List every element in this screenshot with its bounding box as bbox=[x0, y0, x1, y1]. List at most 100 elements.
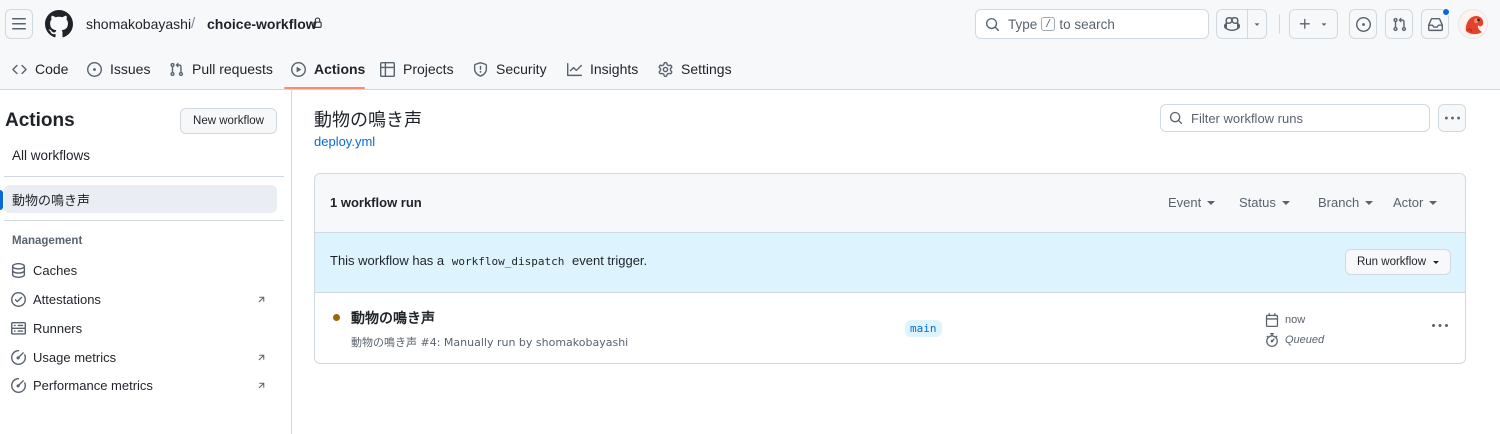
dispatch-text-after: event trigger. bbox=[572, 253, 648, 268]
three-bars-icon bbox=[12, 18, 26, 30]
filter-status-dropdown[interactable]: Status bbox=[1239, 195, 1290, 210]
breadcrumb-owner[interactable]: shomakobayashi bbox=[86, 16, 191, 32]
filter-workflow-runs-input[interactable]: Filter workflow runs bbox=[1160, 104, 1430, 132]
tab-projects[interactable]: Projects bbox=[380, 48, 454, 90]
meter-icon bbox=[11, 377, 26, 393]
tab-actions[interactable]: Actions bbox=[291, 48, 365, 90]
run-title[interactable]: 動物の鳴き声 bbox=[351, 308, 435, 328]
dropdown-label: Branch bbox=[1318, 195, 1360, 210]
dispatch-message: This workflow has a workflow_dispatch ev… bbox=[330, 253, 647, 268]
server-icon bbox=[11, 321, 26, 335]
dropdown-label: Event bbox=[1168, 195, 1202, 210]
shield-icon bbox=[473, 61, 488, 77]
issue-opened-icon bbox=[1355, 16, 1371, 32]
sidebar-item-performance-metrics[interactable]: Performance metrics bbox=[11, 374, 273, 396]
arrow-up-right-icon bbox=[258, 354, 265, 360]
play-icon bbox=[291, 61, 306, 77]
runs-header: 1 workflow run Event Status Branch Actor bbox=[315, 174, 1465, 233]
sidebar-item-label: Caches bbox=[33, 262, 78, 278]
workflow-runs-panel: 1 workflow run Event Status Branch Actor… bbox=[314, 173, 1466, 364]
run-status-label: Queued bbox=[1285, 334, 1325, 346]
tab-insights[interactable]: Insights bbox=[567, 48, 638, 90]
sidebar-item-usage-metrics[interactable]: Usage metrics bbox=[11, 346, 273, 368]
code-icon bbox=[12, 64, 27, 74]
active-indicator bbox=[0, 190, 3, 210]
sidebar-item-all-workflows[interactable]: All workflows bbox=[12, 148, 90, 163]
kebab-horizontal-icon bbox=[1444, 116, 1460, 119]
workflow-options-button[interactable] bbox=[1438, 104, 1466, 132]
your-pull-requests-button[interactable] bbox=[1385, 9, 1413, 39]
dispatch-text-before: This workflow has a bbox=[330, 253, 445, 268]
caret-down-icon bbox=[1429, 200, 1438, 205]
global-search-input[interactable]: Type / to search bbox=[975, 9, 1209, 39]
user-avatar[interactable] bbox=[1458, 9, 1488, 39]
run-options-button[interactable] bbox=[1432, 318, 1448, 337]
active-tab-underline bbox=[284, 87, 365, 89]
tab-label: Pull requests bbox=[192, 61, 273, 77]
tab-label: Issues bbox=[110, 61, 151, 77]
header-divider bbox=[1279, 14, 1280, 34]
check-circle-icon bbox=[11, 291, 26, 307]
sidebar-item-label: Attestations bbox=[33, 291, 101, 307]
git-pull-request-icon bbox=[170, 62, 184, 76]
sidebar-divider bbox=[4, 176, 284, 177]
new-workflow-button[interactable]: New workflow bbox=[180, 108, 277, 134]
filter-branch-dropdown[interactable]: Branch bbox=[1318, 195, 1374, 210]
unread-notification-indicator bbox=[1442, 8, 1450, 16]
dropdown-label: Actor bbox=[1393, 195, 1424, 210]
management-heading: Management bbox=[12, 235, 83, 247]
caret-down-icon bbox=[1207, 200, 1216, 205]
branch-label[interactable]: main bbox=[905, 320, 942, 337]
plus-icon bbox=[1299, 18, 1310, 29]
search-icon bbox=[1169, 111, 1183, 125]
actions-sidebar: Actions New workflow All workflows 動物の鳴き… bbox=[0, 90, 292, 434]
copilot-button[interactable] bbox=[1217, 10, 1247, 38]
database-icon bbox=[11, 262, 26, 278]
copilot-dropdown-button[interactable] bbox=[1247, 10, 1266, 38]
global-bar: shomakobayashi / choice-workflow Type / … bbox=[0, 0, 1500, 48]
gear-icon bbox=[658, 61, 673, 77]
tab-security[interactable]: Security bbox=[473, 48, 547, 90]
run-subtitle: 動物の鳴き声 #4: Manually run by shomakobayash… bbox=[351, 336, 629, 349]
sidebar-item-active-workflow-label: 動物の鳴き声 bbox=[12, 194, 91, 209]
breadcrumb-separator: / bbox=[191, 15, 196, 32]
tab-label: Projects bbox=[403, 61, 454, 77]
tab-code[interactable]: Code bbox=[12, 48, 68, 90]
workflow-run-row[interactable]: 動物の鳴き声 動物の鳴き声 #4: Manually run by shomak… bbox=[315, 293, 1465, 363]
tab-settings[interactable]: Settings bbox=[658, 48, 732, 90]
sidebar-item-attestations[interactable]: Attestations bbox=[11, 288, 273, 310]
search-icon bbox=[985, 17, 1000, 31]
dispatch-code: workflow_dispatch bbox=[451, 255, 565, 268]
sidebar-item-label: Runners bbox=[33, 320, 83, 336]
sidebar-divider bbox=[4, 220, 284, 221]
meter-icon bbox=[11, 349, 26, 365]
sidebar-title: Actions bbox=[5, 110, 75, 131]
sidebar-item-label: Usage metrics bbox=[33, 349, 117, 365]
your-issues-button[interactable] bbox=[1349, 9, 1377, 39]
run-workflow-button[interactable]: Run workflow bbox=[1345, 249, 1451, 275]
dropdown-label: Status bbox=[1239, 195, 1276, 210]
hamburger-menu-button[interactable] bbox=[5, 9, 33, 39]
caret-down-icon bbox=[1433, 260, 1440, 264]
tab-label: Security bbox=[496, 61, 547, 77]
tab-issues[interactable]: Issues bbox=[87, 48, 150, 90]
breadcrumb-repo[interactable]: choice-workflow bbox=[207, 16, 317, 32]
lock-icon bbox=[313, 17, 322, 28]
workflow-title: 動物の鳴き声 bbox=[314, 110, 422, 131]
tab-pull-requests[interactable]: Pull requests bbox=[169, 48, 273, 90]
tab-label: Insights bbox=[590, 61, 639, 77]
run-workflow-label: Run workflow bbox=[1356, 256, 1427, 268]
search-shortcut-key: / bbox=[1041, 17, 1056, 31]
run-status: Queued bbox=[1265, 333, 1324, 347]
workflow-file-link[interactable]: deploy.yml bbox=[314, 134, 375, 149]
filter-event-dropdown[interactable]: Event bbox=[1168, 195, 1216, 210]
sidebar-item-caches[interactable]: Caches bbox=[11, 259, 273, 281]
create-new-button[interactable] bbox=[1289, 9, 1338, 39]
sidebar-item-runners[interactable]: Runners bbox=[11, 317, 273, 339]
github-logo-icon[interactable] bbox=[45, 10, 73, 38]
tab-label: Actions bbox=[314, 61, 366, 77]
repo-tabs: Code Issues Pull requests Actions Projec… bbox=[0, 48, 1500, 90]
calendar-icon bbox=[1265, 313, 1279, 327]
filter-actor-dropdown[interactable]: Actor bbox=[1393, 195, 1438, 210]
arrow-up-right-icon bbox=[258, 382, 265, 388]
